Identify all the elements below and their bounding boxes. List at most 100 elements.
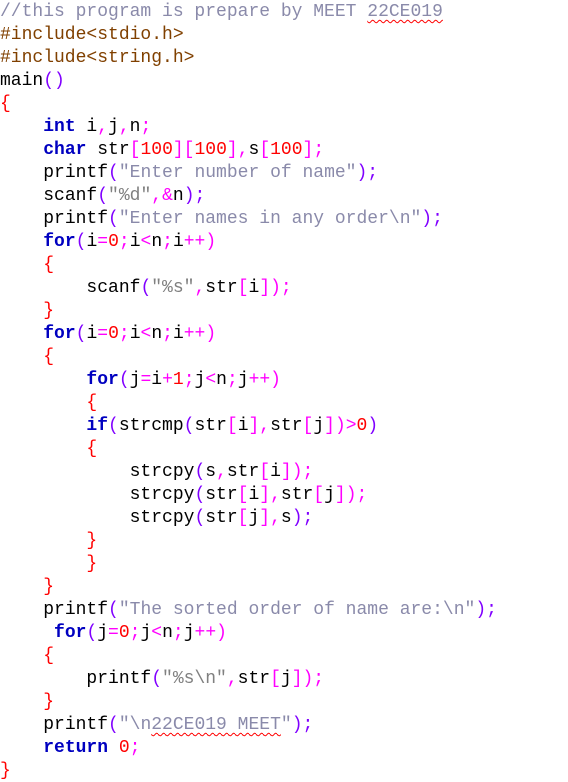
code-token: [ [129,140,141,160]
code-line[interactable]: for(j=0;j<n;j++) [0,622,227,645]
code-token: ]); [334,485,368,505]
code-token: ], [259,485,281,505]
code-token: return [43,738,109,758]
code-token: ++) [194,623,227,643]
code-editor[interactable]: //this program is prepare by MEET 22CE01… [0,0,568,782]
code-token: = [97,232,109,252]
code-token: for [54,623,87,643]
code-token: i [86,324,98,344]
code-token: i [248,485,260,505]
code-line[interactable]: int i,j,n; [0,116,151,139]
code-token: s [205,462,217,482]
code-token: ; [140,117,152,137]
code-token: 0 [118,623,130,643]
code-token: scanf [43,186,98,206]
code-line[interactable]: strcpy(str[j],s); [0,507,314,530]
code-token: strcmp [118,416,184,436]
code-token: { [86,393,98,413]
code-line[interactable]: //this program is prepare by MEET 22CE01… [0,1,443,24]
code-token: [ [237,508,249,528]
code-line[interactable]: } [0,553,97,576]
code-token: for [86,370,119,390]
code-token: < [140,232,152,252]
code-token: ( [108,600,119,620]
code-line[interactable]: printf("\n22CE019 MEET"); [0,714,313,737]
code-token: i [237,416,249,436]
code-line[interactable]: #include<string.h> [0,47,194,70]
code-token: int [43,117,76,137]
code-token: ( [108,209,119,229]
code-token: i [151,370,163,390]
code-line[interactable]: main() [0,70,65,93]
code-line[interactable]: } [0,576,54,599]
code-token: j [194,370,206,390]
code-token: for [43,324,76,344]
code-line[interactable]: for(i=0;i<n;i++) [0,231,216,254]
code-token: j [324,485,335,505]
code-token: 22CE019 MEET [151,715,281,735]
code-token: ; [226,370,238,390]
code-line[interactable]: { [0,93,11,116]
code-line[interactable]: { [0,392,97,415]
code-token: printf [43,715,109,735]
code-line[interactable]: #include<stdio.h> [0,24,184,47]
code-token: s [248,140,260,160]
code-line[interactable]: { [0,254,54,277]
code-token: scanf [86,278,141,298]
code-token: char [43,140,87,160]
code-token: ++) [183,232,217,252]
code-line[interactable]: printf("%s\n",str[j]); [0,668,324,691]
code-line[interactable]: printf("Enter names in any order\n"); [0,208,443,231]
code-token: ( [75,232,87,252]
code-token: i [129,324,141,344]
code-line[interactable]: } [0,691,54,714]
code-line[interactable]: scanf("%d",&n); [0,185,205,208]
code-token: } [43,577,55,597]
code-token: str [205,508,238,528]
code-token: ]); [291,669,325,689]
code-line[interactable]: strcpy(s,str[i]); [0,461,314,484]
code-token: = [140,370,152,390]
code-line[interactable]: scanf("%s",str[i]); [0,277,292,300]
code-line[interactable]: strcpy(str[i],str[j]); [0,484,368,507]
code-token: j [313,416,325,436]
code-line[interactable]: printf("The sorted order of name are:\n"… [0,599,497,622]
code-line[interactable]: return 0; [0,737,140,760]
code-token: ]); [259,278,292,298]
code-token: ( [75,324,87,344]
code-token: < [140,324,152,344]
code-token: str [226,462,260,482]
code-token: = [97,324,109,344]
code-line[interactable]: if(strcmp(str[i],str[j])>0) [0,415,378,438]
code-token: ])> [324,416,357,436]
code-token: ], [248,416,271,436]
code-line[interactable]: } [0,300,54,323]
code-token: [ [237,485,249,505]
code-line[interactable]: { [0,346,54,369]
code-token: strcpy [129,485,195,505]
code-line[interactable]: for(i=0;i<n;i++) [0,323,216,346]
code-token: ) [367,416,379,436]
code-line[interactable]: char str[100][100],s[100]; [0,139,324,162]
code-line[interactable]: } [0,530,97,553]
code-line[interactable]: printf("Enter number of name"); [0,162,378,185]
code-line[interactable]: { [0,438,97,461]
code-token: "%s" [151,278,195,298]
code-token: str [205,485,238,505]
code-token: ( [140,278,152,298]
code-token: , [118,117,130,137]
code-token: n [162,623,173,643]
code-token: j [129,370,141,390]
code-token: ; [129,738,141,758]
code-token: { [0,94,11,114]
code-line[interactable]: } [0,760,11,782]
code-token: } [43,301,55,321]
code-line[interactable]: { [0,645,54,668]
code-token: str [237,669,271,689]
code-line[interactable]: for(j=i+1;j<n;j++) [0,369,281,392]
